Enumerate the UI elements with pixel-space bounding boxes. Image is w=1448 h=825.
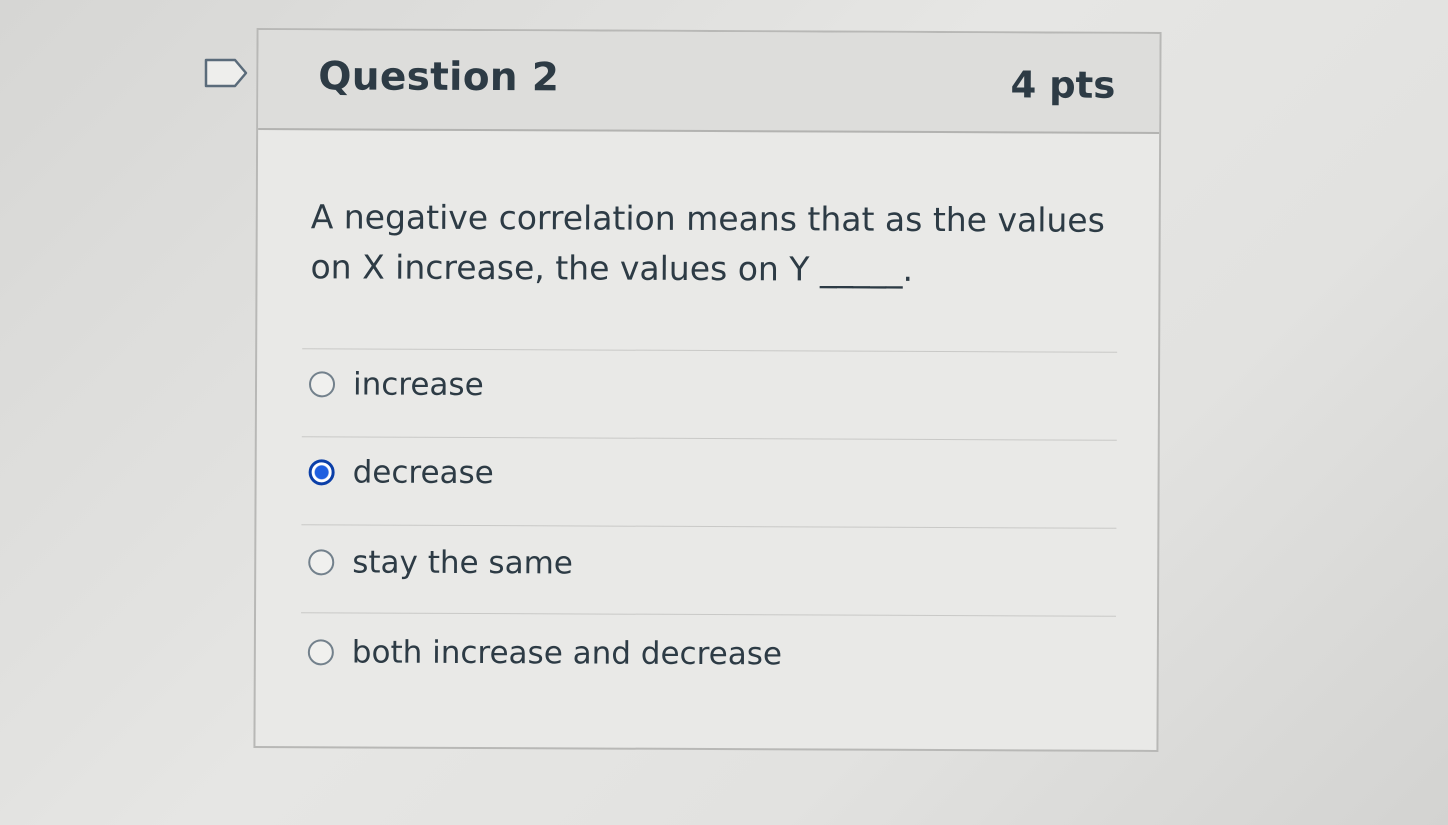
answer-option-increase[interactable]: increase <box>308 364 484 405</box>
question-header: Question 2 4 pts <box>258 30 1160 134</box>
question-text-line-2: on X increase, the values on Y _____. <box>310 247 914 289</box>
flag-question-icon[interactable] <box>204 58 248 88</box>
answer-option-both[interactable]: both increase and decrease <box>307 632 783 674</box>
question-text-line-1: A negative correlation means that as the… <box>310 197 1105 240</box>
answer-label: increase <box>352 366 484 404</box>
question-text: A negative correlation means that as the… <box>310 192 1130 296</box>
answer-option-stay-the-same[interactable]: stay the same <box>308 542 573 583</box>
radio-button[interactable] <box>308 549 335 576</box>
answer-divider <box>301 436 1117 441</box>
question-title: Question 2 <box>318 54 560 101</box>
answer-option-decrease[interactable]: decrease <box>308 452 494 493</box>
answer-label: stay the same <box>352 544 573 582</box>
answer-divider <box>302 348 1118 353</box>
radio-button-selected[interactable] <box>308 459 335 486</box>
radio-button[interactable] <box>308 371 336 398</box>
answer-label: both increase and decrease <box>351 634 783 673</box>
answer-label: decrease <box>352 454 494 492</box>
answer-divider <box>301 612 1117 617</box>
radio-button[interactable] <box>307 639 334 666</box>
question-card: Question 2 4 pts A negative correlation … <box>253 28 1162 752</box>
answer-divider <box>301 524 1117 529</box>
question-points: 4 pts <box>1010 63 1116 107</box>
